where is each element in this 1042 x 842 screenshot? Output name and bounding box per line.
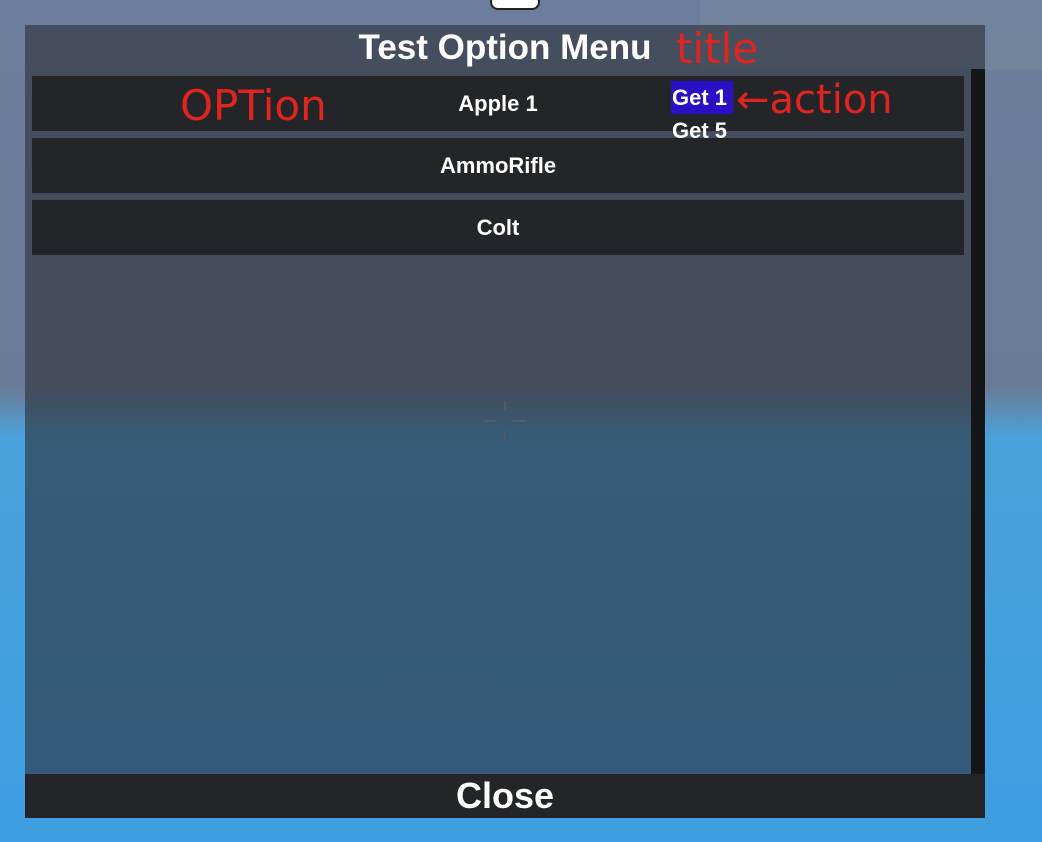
option-label: AmmoRifle xyxy=(439,153,557,178)
option-menu: Test Option Menu Apple 1 AmmoRifle Colt … xyxy=(25,25,985,818)
annotation-title: title xyxy=(676,24,759,73)
option-item-ammo-rifle[interactable]: AmmoRifle xyxy=(32,138,964,193)
option-item-colt[interactable]: Colt xyxy=(32,200,964,255)
action-get-1[interactable]: Get 1 xyxy=(671,81,733,114)
scene-object xyxy=(490,0,540,10)
option-label: Colt xyxy=(476,215,520,240)
scrollbar[interactable] xyxy=(971,69,985,774)
menu-title: Test Option Menu xyxy=(358,28,652,67)
annotation-action: ←action xyxy=(736,80,893,120)
arrow-left-icon: ← xyxy=(736,77,770,123)
annotation-action-label: action xyxy=(769,77,893,123)
action-get-5[interactable]: Get 5 xyxy=(671,114,733,147)
game-scene: Test Option Menu Apple 1 AmmoRifle Colt … xyxy=(0,0,1042,842)
action-list: Get 1 Get 5 xyxy=(671,81,733,147)
annotation-option: OPTion xyxy=(180,81,327,130)
close-button[interactable]: Close xyxy=(25,774,985,818)
